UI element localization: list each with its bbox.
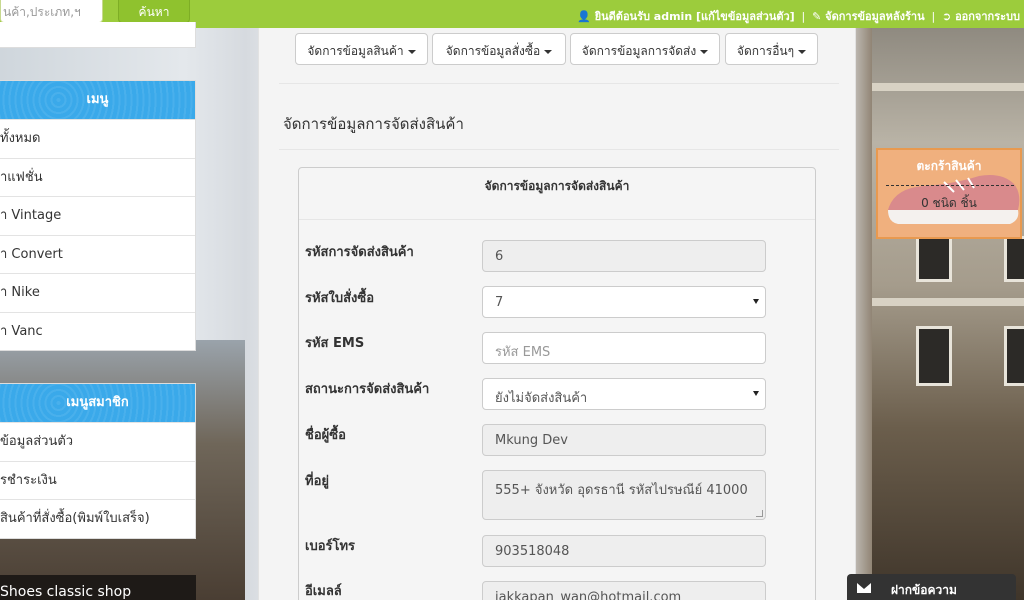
search-panel — [0, 22, 196, 48]
divider — [279, 149, 839, 150]
menu-title: เมนู — [0, 81, 195, 119]
order-id-label: รหัสใบสั่งซื้อ — [305, 291, 374, 306]
phone-field[interactable]: 903518048 — [482, 535, 766, 567]
dropdown-arrow-icon — [753, 391, 759, 396]
edit-icon: ✎ — [812, 10, 822, 23]
address-label: ที่อยู่ — [305, 474, 329, 489]
status-value: ยังไม่จัดส่งสินค้า — [495, 391, 588, 406]
page-title: จัดการข้อมูลการจัดส่งสินค้า — [283, 115, 464, 133]
member-menu: เมนูสมาชิก ข้อมูลส่วนตัว รชำระเงิน สินค้… — [0, 383, 196, 539]
caret-down-icon — [407, 49, 416, 54]
ems-label: รหัส EMS — [305, 336, 365, 351]
background-building-right — [872, 28, 1024, 600]
address-textarea[interactable]: 555+ จังหวัด อุดรธานี รหัสไปรษณีย์ 41000 — [482, 470, 766, 520]
status-label: สถานะการจัดส่งสินค้า — [305, 382, 430, 397]
caret-down-icon — [798, 49, 807, 54]
sidebar-item-fashion[interactable]: าแฟชั่น — [0, 157, 195, 197]
nav-others-dropdown[interactable]: จัดการอื่นๆ — [725, 33, 818, 65]
caret-down-icon — [544, 49, 553, 54]
separator: | — [801, 10, 806, 23]
sidebar-item-vintage[interactable]: า Vintage — [0, 196, 195, 235]
search-input[interactable]: นค้า,ประเภท,ฯ — [0, 0, 103, 23]
shipping-id-label: รหัสการจัดส่งสินค้า — [305, 245, 414, 260]
category-menu: เมนู ทั้งหมด าแฟชั่น า Vintage า Convert… — [0, 80, 196, 351]
shipping-form-panel: จัดการข้อมูลการจัดส่งสินค้า รหัสการจัดส่… — [298, 167, 816, 600]
member-menu-title: เมนูสมาชิก — [0, 384, 195, 422]
user-icon: 👤 — [577, 10, 591, 23]
status-select[interactable]: ยังไม่จัดส่งสินค้า — [482, 378, 766, 410]
buyer-label: ชื่อผู้ซื้อ — [305, 428, 346, 443]
sidebar-item-vanc[interactable]: า Vanc — [0, 311, 195, 351]
phone-label: เบอร์โทร — [305, 539, 356, 554]
order-id-select[interactable]: 7 — [482, 286, 766, 318]
divider — [886, 185, 1014, 186]
buyer-field[interactable]: Mkung Dev — [482, 424, 766, 456]
sidebar-item-nike[interactable]: า Nike — [0, 273, 195, 312]
divider — [279, 83, 839, 84]
shop-banner: Shoes classic shop — [0, 575, 196, 600]
message-tab-label: ฝากข้อความ — [891, 583, 957, 597]
welcome-link[interactable]: ยินดีต้อนรับ admin [แก้ไขข้อมูลส่วนตัว] — [595, 10, 795, 23]
nav-orders-dropdown[interactable]: จัดการข้อมูลสั่งซื้อ — [432, 33, 566, 65]
backend-link[interactable]: จัดการข้อมูลหลังร้าน — [825, 10, 924, 23]
logout-link[interactable]: ออกจากระบบ — [955, 10, 1020, 23]
search-button[interactable]: ค้นหา — [118, 0, 190, 23]
nav-shipping-dropdown[interactable]: จัดการข้อมูลการจัดส่ง — [570, 33, 720, 65]
nav-products-dropdown[interactable]: จัดการข้อมูลสินค้า — [295, 33, 428, 65]
nav-products-label: จัดการข้อมูลสินค้า — [307, 44, 404, 58]
message-tab[interactable]: ฝากข้อความ — [847, 574, 1016, 600]
logout-icon: ➲ — [942, 10, 952, 23]
resize-handle-icon[interactable] — [756, 510, 763, 517]
sidebar-item-convert[interactable]: า Convert — [0, 234, 195, 274]
sidebar-item-payment[interactable]: รชำระเงิน — [0, 460, 195, 500]
nav-others-label: จัดการอื่นๆ — [736, 44, 795, 58]
envelope-icon — [857, 583, 871, 593]
cart-title: ตะกร้าสินค้า — [916, 159, 982, 173]
sidebar-item-profile[interactable]: ข้อมูลส่วนตัว — [0, 422, 195, 461]
top-links: 👤 ยินดีต้อนรับ admin [แก้ไขข้อมูลส่วนตัว… — [577, 7, 1020, 25]
ems-input[interactable]: รหัส EMS — [482, 332, 766, 364]
separator: | — [931, 10, 936, 23]
email-field[interactable]: jakkapan_wan@hotmail.com — [482, 581, 766, 600]
shipping-id-field[interactable]: 6 — [482, 240, 766, 272]
sidebar-item-all[interactable]: ทั้งหมด — [0, 119, 195, 158]
panel-heading: จัดการข้อมูลการจัดส่งสินค้า — [299, 168, 815, 220]
nav-orders-label: จัดการข้อมูลสั่งซื้อ — [445, 44, 541, 58]
email-label: อีเมลล์ — [305, 584, 342, 599]
dropdown-arrow-icon — [753, 299, 759, 304]
address-value: 555+ จังหวัด อุดรธานี รหัสไปรษณีย์ 41000 — [495, 483, 748, 498]
main-content: จัดการข้อมูลสินค้า จัดการข้อมูลสั่งซื้อ … — [258, 28, 856, 600]
caret-down-icon — [700, 49, 709, 54]
cart-widget[interactable]: ตะกร้าสินค้า 0 ชนิด ชิ้น — [876, 148, 1022, 239]
order-id-value: 7 — [495, 295, 504, 310]
sidebar-item-orders[interactable]: สินค้าที่สั่งซื้อ(พิมพ์ใบเสร็จ) — [0, 499, 195, 538]
cart-count: 0 ชนิด ชิ้น — [921, 196, 977, 210]
nav-shipping-label: จัดการข้อมูลการจัดส่ง — [581, 44, 697, 58]
